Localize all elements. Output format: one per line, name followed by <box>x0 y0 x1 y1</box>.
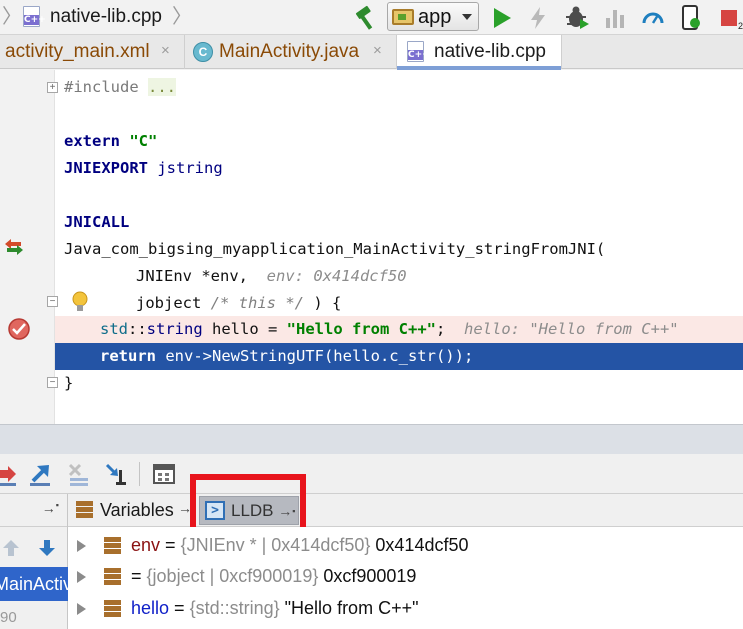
code-line-return: return env->NewStringUTF(hello.c_str()); <box>100 347 474 365</box>
cpp-file-icon: C++ <box>23 6 46 27</box>
run-button[interactable] <box>488 3 516 32</box>
toolbar-divider <box>139 462 140 486</box>
folded-region[interactable]: ... <box>148 78 176 96</box>
tab-label: MainActivity.java <box>219 41 360 62</box>
cpp-file-icon: C++ <box>407 41 430 62</box>
code-line-jniexport: JNIEXPORT jstring <box>64 159 223 177</box>
step-into-icon[interactable] <box>0 462 20 486</box>
attach-debugger-button[interactable] <box>678 3 704 32</box>
apply-changes-button[interactable] <box>526 3 550 32</box>
inline-value-hint: hello: "Hello from C++" <box>464 320 679 338</box>
code-line-function: Java_com_bigsing_myapplication_MainActiv… <box>64 240 606 258</box>
code-line-param1: JNIEnv *env, env: 0x414dcf50 <box>136 267 407 285</box>
debug-toolbar <box>0 454 743 494</box>
make-project-button[interactable] <box>352 3 380 32</box>
profiler-button[interactable] <box>640 3 666 32</box>
variable-icon <box>104 568 121 585</box>
expand-arrow-icon[interactable] <box>77 603 86 615</box>
profile-button[interactable] <box>602 3 628 32</box>
variables-icon <box>76 501 93 518</box>
tab-variables-label: Variables <box>100 500 174 520</box>
frames-panel: MainActivit 90 <box>0 527 68 629</box>
inline-value-hint: env: 0x414dcf50 <box>266 267 407 285</box>
code-line-jnicall: JNICALL <box>64 213 130 231</box>
java-class-icon: C <box>193 42 213 62</box>
close-icon[interactable]: × <box>161 43 170 59</box>
debug-button[interactable] <box>563 3 591 32</box>
notification-count: 2 <box>737 21 743 31</box>
lightbulb-icon[interactable] <box>71 291 89 313</box>
expand-arrow-icon[interactable] <box>77 540 86 552</box>
close-icon[interactable]: × <box>373 43 382 59</box>
code-line-extern: extern "C" <box>64 132 158 150</box>
variable-icon <box>104 537 121 554</box>
breakpoint-icon[interactable] <box>8 318 30 340</box>
breadcrumb-chevron-left: 〉 <box>2 6 22 28</box>
breadcrumb-file[interactable]: native-lib.cpp <box>50 4 162 29</box>
debug-content-tabs: →▪ Variables → > LLDB →▪ <box>0 494 743 527</box>
editor-tabs: activity_main.xml × C MainActivity.java … <box>0 35 743 70</box>
frame-item-selected[interactable]: MainActivit <box>0 567 68 601</box>
code-line-hello: std::string hello = "Hello from C++"; he… <box>100 320 679 338</box>
variable-icon <box>104 600 121 617</box>
code-line-close-brace: } <box>64 374 74 392</box>
code-line-include: #include ... <box>64 78 176 96</box>
code-editor[interactable]: + − − #include ... extern "C" JNIEXPORT … <box>0 70 743 424</box>
breadcrumb-chevron-right: 〉 <box>172 6 192 28</box>
variables-panel: env = {JNIEnv * | 0x414dcf50} 0x414dcf50… <box>68 527 743 629</box>
override-arrows-icon[interactable] <box>5 239 23 255</box>
main-toolbar: 〉 C++ native-lib.cpp 〉 app 2 <box>0 0 743 35</box>
frames-header: →▪ <box>0 494 68 527</box>
variable-row-jobject[interactable]: = {jobject | 0xcf900019} 0xcf900019 <box>68 561 743 592</box>
tab-mainactivity-java[interactable]: C MainActivity.java × <box>185 35 397 69</box>
stop-button[interactable]: 2 <box>716 3 743 32</box>
chevron-down-icon <box>462 14 472 20</box>
code-line-param2: jobject /* this */ ) { <box>136 294 342 312</box>
run-config-label: app <box>418 6 452 28</box>
evaluate-expression-icon[interactable] <box>152 462 176 486</box>
hammer-icon <box>355 5 373 30</box>
annotation-highlight-box <box>190 474 306 534</box>
play-icon <box>494 7 511 28</box>
module-icon <box>392 9 414 25</box>
run-to-cursor-icon[interactable] <box>104 462 128 486</box>
tab-label: activity_main.xml <box>5 41 150 62</box>
expand-arrow-icon[interactable] <box>77 571 86 583</box>
frame-item[interactable]: 90 <box>0 609 17 626</box>
variable-row-hello[interactable]: hello = {std::string} "Hello from C++" <box>68 593 743 624</box>
step-out-icon[interactable] <box>28 462 52 486</box>
tab-activity-main-xml[interactable]: activity_main.xml × <box>0 35 185 69</box>
lightning-icon <box>531 6 545 29</box>
editor-gutter[interactable] <box>0 70 55 424</box>
variable-row-env[interactable]: env = {JNIEnv * | 0x414dcf50} 0x414dcf50 <box>68 530 743 561</box>
fold-toggle[interactable]: + <box>47 82 58 93</box>
debug-panel-header <box>0 424 743 454</box>
phone-bug-icon <box>682 4 700 30</box>
run-config-dropdown[interactable]: app <box>387 2 479 31</box>
tab-label: native-lib.cpp <box>434 41 546 62</box>
fold-toggle[interactable]: − <box>47 377 58 388</box>
bars-icon <box>606 9 624 28</box>
drop-frame-icon[interactable] <box>66 462 90 486</box>
arrow-up-icon[interactable] <box>2 539 20 557</box>
gauge-icon <box>642 12 664 24</box>
arrow-down-icon[interactable] <box>38 539 56 557</box>
fold-toggle[interactable]: − <box>47 296 58 307</box>
pin-icon[interactable]: →▪ <box>42 500 59 516</box>
tab-native-lib-cpp[interactable]: C++ native-lib.cpp <box>397 35 562 70</box>
bug-icon <box>566 6 589 29</box>
